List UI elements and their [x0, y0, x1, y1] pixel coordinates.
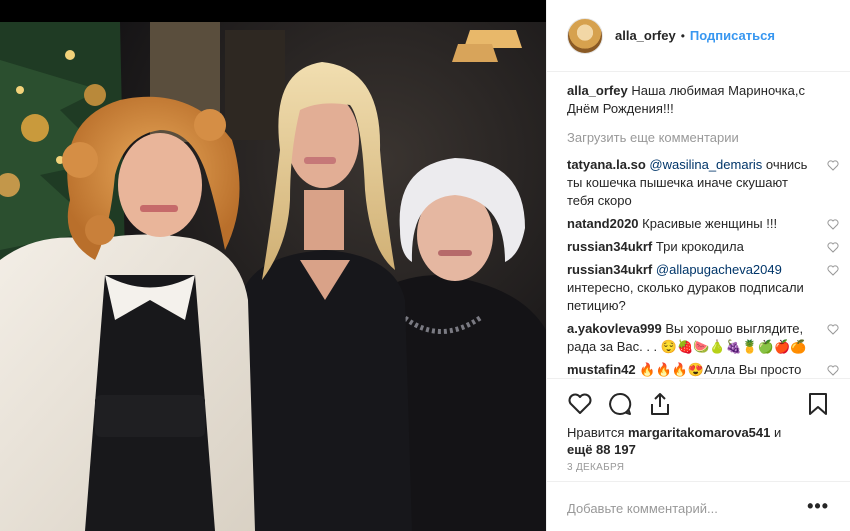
- more-options-icon[interactable]: •••: [807, 496, 829, 517]
- likes-summary: Нравится margaritakomarova541 и ещё 88 1…: [567, 424, 837, 458]
- comment-text: Три крокодила: [655, 239, 744, 254]
- comment-username[interactable]: russian34ukrf: [567, 239, 652, 254]
- comment-like-icon[interactable]: [827, 265, 839, 276]
- comment-row: russian34ukrf @allapugacheva2049 интерес…: [567, 261, 839, 315]
- speech-bubble-icon[interactable]: [607, 391, 633, 417]
- heart-outline-icon[interactable]: [567, 391, 593, 417]
- post-side-panel: alla_orfey • Подписаться alla_orfey Наша…: [546, 0, 850, 531]
- comment-like-icon[interactable]: [827, 160, 839, 171]
- comment-like-icon[interactable]: [827, 324, 839, 335]
- comment-row: mustafin42 🔥🔥🔥😍Алла Вы просто космос!: [567, 361, 839, 378]
- comment-row: russian34ukrf Три крокодила: [567, 238, 839, 256]
- comment-username[interactable]: a.yakovleva999: [567, 321, 662, 336]
- post-caption: alla_orfey Наша любимая Мариночка,с Днём…: [567, 82, 827, 118]
- header-separator: •: [680, 28, 685, 43]
- comment-text: интересно, сколько дураков подписали пет…: [567, 280, 804, 313]
- load-more-comments-button[interactable]: Загрузить еще комментарии: [567, 130, 827, 145]
- comment-text: Красивые женщины !!!: [642, 216, 778, 231]
- post-date[interactable]: 3 ДЕКАБРЯ: [567, 462, 624, 473]
- comment-like-icon[interactable]: [827, 242, 839, 253]
- post-photo[interactable]: [0, 0, 546, 531]
- bookmark-icon[interactable]: [805, 391, 831, 417]
- comment-row: natand2020 Красивые женщины !!!: [567, 215, 839, 233]
- share-upload-icon[interactable]: [647, 391, 673, 417]
- post-image: [0, 0, 546, 531]
- comment-input[interactable]: [567, 498, 787, 518]
- comment-mention[interactable]: @allapugacheva2049: [656, 262, 782, 277]
- add-comment-bar: •••: [547, 481, 850, 531]
- likes-count-link[interactable]: ещё 88 197: [567, 442, 636, 457]
- lamp-shade: [452, 44, 498, 62]
- header-username[interactable]: alla_orfey: [615, 28, 676, 43]
- avatar[interactable]: [567, 17, 603, 54]
- comment-like-icon[interactable]: [827, 365, 839, 376]
- likes-user-link[interactable]: margaritakomarova541: [628, 425, 770, 440]
- caption-username[interactable]: alla_orfey: [567, 83, 628, 98]
- follow-button[interactable]: Подписаться: [690, 28, 775, 43]
- comment-username[interactable]: russian34ukrf: [567, 262, 652, 277]
- likes-prefix: Нравится: [567, 425, 625, 440]
- post-actions-bar: [547, 378, 850, 428]
- post-header: alla_orfey • Подписаться: [547, 0, 850, 72]
- comments-list[interactable]: alla_orfey Наша любимая Мариночка,с Днём…: [547, 72, 850, 378]
- comment-row: a.yakovleva999 Вы хорошо выглядите, рада…: [567, 320, 839, 356]
- comment-like-icon[interactable]: [827, 219, 839, 230]
- comment-username[interactable]: mustafin42: [567, 362, 636, 377]
- comment-username[interactable]: tatyana.la.so: [567, 157, 646, 172]
- comment-mention[interactable]: @wasilina_demaris: [649, 157, 762, 172]
- comment-row: tatyana.la.so @wasilina_demaris очнись т…: [567, 156, 839, 210]
- likes-suffix: и: [773, 425, 782, 440]
- comment-username[interactable]: natand2020: [567, 216, 639, 231]
